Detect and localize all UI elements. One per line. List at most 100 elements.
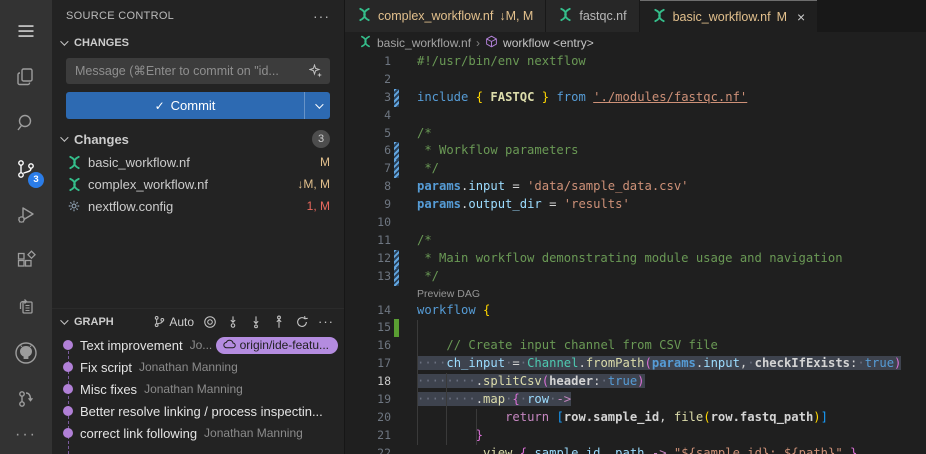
push-icon[interactable]	[272, 315, 286, 329]
commit-message: Fix script	[80, 360, 132, 375]
graph-more-icon[interactable]: ···	[318, 314, 334, 329]
commit-message-input[interactable]	[66, 58, 330, 84]
code-text: ····ch_input·=·Channel.fromPath(params.i…	[401, 355, 901, 373]
line-number[interactable]: 11	[345, 232, 391, 250]
sidebar-title: SOURCE CONTROL	[66, 10, 174, 22]
changes-section-header[interactable]: CHANGES	[52, 32, 344, 54]
scm-file-row[interactable]: nextflow.config1, M	[52, 195, 344, 217]
graph-commit-row[interactable]: Fix script Jonathan Manning	[52, 356, 344, 378]
code-line[interactable]: 1 #!/usr/bin/env nextflow	[345, 53, 926, 71]
code-line[interactable]: 22 .view { sample_id, path -> "${sample_…	[345, 445, 926, 454]
code-line[interactable]: 16 // Create input channel from CSV file	[345, 337, 926, 355]
sparkle-icon[interactable]	[309, 64, 323, 81]
line-number[interactable]: 22	[345, 445, 391, 454]
code-line[interactable]: 9 params.output_dir = 'results'	[345, 196, 926, 214]
code-line[interactable]: 10	[345, 214, 926, 232]
line-number[interactable]: 5	[345, 125, 391, 143]
code-line[interactable]: 4	[345, 107, 926, 125]
line-number[interactable]: 3	[345, 89, 391, 107]
line-number[interactable]: 19	[345, 391, 391, 409]
close-icon[interactable]: ×	[797, 9, 805, 25]
auto-label: Auto	[169, 315, 194, 329]
editor-tab[interactable]: basic_workflow.nfM×	[640, 0, 818, 32]
git-graph-icon[interactable]	[2, 376, 50, 422]
breadcrumb-file[interactable]: basic_workflow.nf	[377, 36, 471, 50]
chevron-down-icon	[315, 100, 323, 108]
line-number[interactable]: 16	[345, 337, 391, 355]
line-number[interactable]: 21	[345, 427, 391, 445]
sidebar-more-icon[interactable]: ···	[313, 8, 330, 24]
code-line[interactable]: 11/*	[345, 232, 926, 250]
graph-commit-row[interactable]: Better resolve linking / process inspect…	[52, 400, 344, 422]
commit-dropdown-button[interactable]	[304, 92, 330, 119]
graph-commit-row[interactable]: Text improvementJo...origin/ide-featu...	[52, 334, 344, 356]
line-number[interactable]: 8	[345, 178, 391, 196]
breadcrumb[interactable]: basic_workflow.nf › workflow <entry>	[345, 32, 926, 53]
code-line[interactable]: 13 */	[345, 268, 926, 286]
github-icon[interactable]	[2, 330, 50, 376]
vscode-window: 3 ··· SOURCE CONTROL ··· CHANGES	[0, 0, 926, 454]
code-line[interactable]: 3include { FASTQC } from './modules/fast…	[345, 89, 926, 107]
fetch-icon[interactable]	[226, 315, 240, 329]
chevron-down-icon[interactable]	[60, 316, 68, 324]
line-number[interactable]: 15	[345, 319, 391, 337]
code-line[interactable]: 6 * Workflow parameters	[345, 142, 926, 160]
line-number[interactable]: 7	[345, 160, 391, 178]
commit-author: Jonathan Manning	[139, 360, 238, 374]
activity-more-icon[interactable]: ···	[15, 426, 37, 454]
breadcrumb-symbol[interactable]: workflow <entry>	[503, 36, 594, 50]
line-number[interactable]: 10	[345, 214, 391, 232]
run-debug-icon[interactable]	[2, 192, 50, 238]
line-number[interactable]: 18	[345, 373, 391, 391]
code-line[interactable]: 21 }	[345, 427, 926, 445]
line-number[interactable]: 17	[345, 355, 391, 373]
code-line[interactable]: 14workflow {	[345, 302, 926, 320]
graph-commit-row[interactable]: correct link followingJonathan Manning	[52, 422, 344, 444]
code-line[interactable]: 20 return [row.sample_id, file(row.fastq…	[345, 409, 926, 427]
code-line[interactable]: 12 * Main workflow demonstrating module …	[345, 250, 926, 268]
editor-tab[interactable]: fastqc.nf	[546, 0, 638, 32]
code-line[interactable]: 17 ····ch_input·=·Channel.fromPath(params…	[345, 355, 926, 373]
line-number[interactable]: 4	[345, 107, 391, 125]
menu-icon[interactable]	[2, 8, 50, 54]
line-number[interactable]: 1	[345, 53, 391, 71]
branch-picker-button[interactable]: Auto	[153, 315, 194, 329]
line-number[interactable]: 2	[345, 71, 391, 89]
code-text: params.output_dir = 'results'	[401, 196, 630, 214]
scm-file-row[interactable]: complex_workflow.nf↓M, M	[52, 173, 344, 195]
code-line[interactable]: 5/*	[345, 125, 926, 143]
line-number[interactable]: 14	[345, 302, 391, 320]
code-line[interactable]: 19········.map·{·row·->	[345, 391, 926, 409]
commit-button[interactable]: ✓ Commit	[66, 92, 330, 119]
source-control-icon[interactable]: 3	[2, 146, 50, 192]
code-line[interactable]: 18········.splitCsv(header:·true)	[345, 373, 926, 391]
file-sync-icon[interactable]	[2, 284, 50, 330]
code-area[interactable]: 1 #!/usr/bin/env nextflow 23include { FAST…	[345, 53, 926, 454]
extensions-icon[interactable]	[2, 238, 50, 284]
pull-icon[interactable]	[249, 315, 263, 329]
code-line[interactable]: 15	[345, 319, 926, 337]
code-line[interactable]: 7 */	[345, 160, 926, 178]
changes-group-row[interactable]: Changes 3	[52, 127, 344, 151]
refresh-icon[interactable]	[295, 315, 309, 329]
code-text: params.input = 'data/sample_data.csv'	[401, 178, 689, 196]
search-icon[interactable]	[2, 100, 50, 146]
graph-commit-row[interactable]: Misc fixesJonathan Manning	[52, 378, 344, 400]
code-line[interactable]: 2	[345, 71, 926, 89]
line-number[interactable]: 20	[345, 409, 391, 427]
target-icon[interactable]	[203, 315, 217, 329]
code-line[interactable]: 8 params.input = 'data/sample_data.csv'	[345, 178, 926, 196]
scm-file-row[interactable]: basic_workflow.nfM	[52, 151, 344, 173]
code-text: #!/usr/bin/env nextflow	[401, 53, 586, 71]
gutter	[391, 71, 401, 89]
branch-pill[interactable]: origin/ide-featu...	[216, 337, 338, 354]
line-number[interactable]: 9	[345, 196, 391, 214]
code-text	[401, 319, 417, 337]
line-number[interactable]: 12	[345, 250, 391, 268]
explorer-icon[interactable]	[2, 54, 50, 100]
editor-tab[interactable]: complex_workflow.nf↓M, M	[345, 0, 545, 32]
line-number[interactable]: 6	[345, 142, 391, 160]
line-number[interactable]: 13	[345, 268, 391, 286]
commit-message: Misc fixes	[80, 382, 137, 397]
codelens-preview-dag[interactable]: Preview DAG	[417, 288, 480, 300]
